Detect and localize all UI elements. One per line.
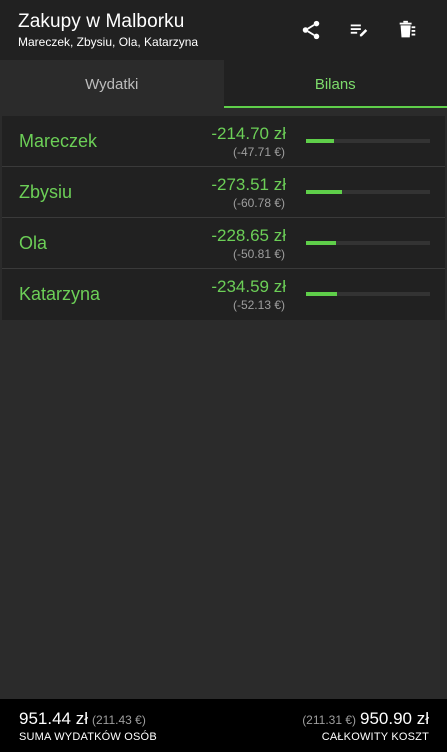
- edit-list-icon: [350, 24, 368, 37]
- person-name: Ola: [19, 233, 48, 253]
- person-name: Mareczek: [19, 131, 98, 151]
- share-icon: [302, 20, 320, 40]
- list-item[interactable]: Katarzyna -234.59 zł (-52.13 €): [2, 269, 445, 320]
- app-root: Zakupy w Malborku Mareczek, Zbysiu, Ola,…: [0, 0, 447, 752]
- total-expenses-eur: (211.43 €): [92, 713, 146, 727]
- share-bar-fill: [306, 139, 334, 143]
- balance-amount: -228.65 zł: [211, 226, 286, 245]
- share-bar: [306, 190, 430, 194]
- balance-amount: -214.70 zł: [211, 124, 286, 143]
- balance-eur: (-47.71 €): [232, 145, 285, 159]
- total-expenses: 951.44 zł (211.43 €): [19, 709, 146, 729]
- share-bar: [306, 241, 430, 245]
- person-name: Katarzyna: [19, 284, 101, 304]
- tab-expenses[interactable]: Wydatki: [0, 60, 224, 108]
- total-expenses-amount: 951.44 zł: [19, 709, 88, 728]
- share-bar-fill: [306, 190, 342, 194]
- total-cost-eur: (211.31 €): [302, 713, 356, 727]
- tab-balance[interactable]: Bilans: [223, 60, 447, 108]
- balance-amount: -234.59 zł: [211, 277, 286, 296]
- page-title: Zakupy w Malborku: [18, 11, 185, 32]
- edit-list-button[interactable]: [347, 18, 371, 42]
- total-cost-amount: 950.90 zł: [360, 709, 429, 728]
- list-item[interactable]: Mareczek -214.70 zł (-47.71 €): [2, 116, 445, 167]
- total-cost-label: CAŁKOWITY KOSZT: [321, 731, 429, 743]
- delete-icon: [399, 20, 416, 38]
- list-item[interactable]: Ola -228.65 zł (-50.81 €): [2, 218, 445, 269]
- app-bar: Zakupy w Malborku Mareczek, Zbysiu, Ola,…: [0, 0, 447, 60]
- summary-footer: 951.44 zł (211.43 €) SUMA WYDATKÓW OSÓB (…: [0, 699, 447, 752]
- balance-eur: (-50.81 €): [232, 247, 285, 261]
- tab-bar: Wydatki Bilans: [0, 60, 447, 108]
- list-item[interactable]: Zbysiu -273.51 zł (-60.78 €): [2, 167, 445, 218]
- balance-eur: (-60.78 €): [232, 196, 285, 210]
- page-subtitle: Mareczek, Zbysiu, Ola, Katarzyna: [18, 35, 199, 49]
- share-button[interactable]: [299, 18, 323, 42]
- person-name: Zbysiu: [19, 182, 73, 202]
- share-bar: [306, 292, 430, 296]
- total-expenses-label: SUMA WYDATKÓW OSÓB: [19, 731, 157, 743]
- balance-list: Mareczek -214.70 zł (-47.71 €) Zbysiu -2…: [2, 116, 445, 320]
- share-bar-fill: [306, 241, 336, 245]
- share-bar-fill: [306, 292, 337, 296]
- delete-button[interactable]: [395, 18, 419, 42]
- balance-amount: -273.51 zł: [211, 175, 286, 194]
- balance-eur: (-52.13 €): [232, 298, 285, 312]
- share-bar: [306, 139, 430, 143]
- total-cost: (211.31 €) 950.90 zł: [302, 709, 429, 729]
